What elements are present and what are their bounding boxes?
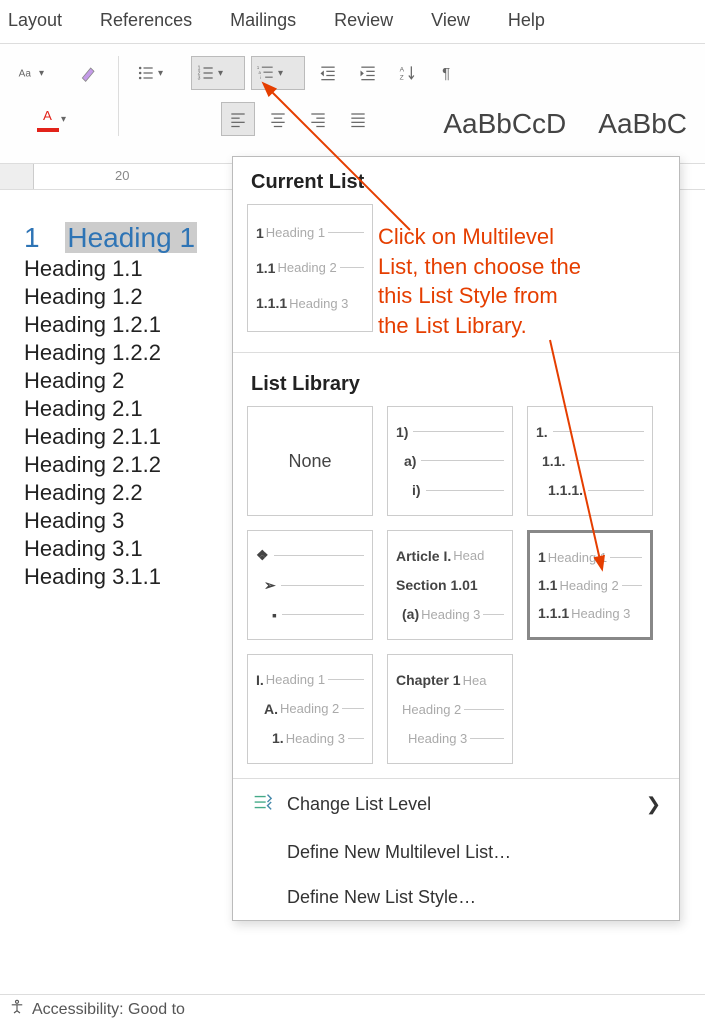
decrease-indent-button[interactable] bbox=[311, 56, 345, 90]
svg-text:Z: Z bbox=[400, 75, 404, 82]
align-left-button[interactable] bbox=[221, 102, 255, 136]
menu-label: Define New List Style… bbox=[287, 887, 476, 908]
font-color-button[interactable]: A ▾ bbox=[32, 102, 86, 136]
tab-view[interactable]: View bbox=[431, 10, 470, 31]
clear-formatting-button[interactable] bbox=[72, 56, 106, 90]
menu-change-list-level[interactable]: Change List Level ❯ bbox=[233, 778, 679, 830]
chevron-right-icon: ❯ bbox=[646, 794, 661, 815]
menu-label: Change List Level bbox=[287, 794, 431, 815]
menu-define-list-style[interactable]: Define New List Style… bbox=[233, 875, 679, 920]
tab-layout[interactable]: Layout bbox=[8, 10, 62, 31]
list-preview-paren[interactable]: 1) a) i) bbox=[387, 406, 513, 516]
accessibility-icon bbox=[8, 998, 26, 1021]
increase-indent-button[interactable] bbox=[351, 56, 385, 90]
heading-number: 1 bbox=[24, 222, 40, 253]
list-preview-heading-numbered[interactable]: 1Heading 1 1.1Heading 2 1.1.1Heading 3 bbox=[527, 530, 653, 640]
font-color-indicator bbox=[37, 128, 59, 132]
section-title-current: Current List bbox=[233, 157, 679, 204]
svg-text:Aa: Aa bbox=[19, 68, 32, 79]
section-title-library: List Library bbox=[233, 359, 679, 406]
status-accessibility[interactable]: Accessibility: Good to bbox=[32, 1001, 185, 1019]
menu-label: Define New Multilevel List… bbox=[287, 842, 511, 863]
list-preview-roman[interactable]: I.Heading 1 A.Heading 2 1.Heading 3 bbox=[247, 654, 373, 764]
indent-arrows-icon bbox=[251, 791, 273, 818]
ribbon-tabs: Layout References Mailings Review View H… bbox=[0, 0, 705, 44]
ruler-margin bbox=[0, 164, 34, 189]
justify-button[interactable] bbox=[341, 102, 375, 136]
list-preview-article[interactable]: Article I.Head Section 1.01 (a)Heading 3 bbox=[387, 530, 513, 640]
multilevel-list-button[interactable]: 1ai▾ bbox=[251, 56, 305, 90]
svg-text:¶: ¶ bbox=[442, 65, 450, 82]
align-center-button[interactable] bbox=[261, 102, 295, 136]
list-preview-dot[interactable]: 1. 1.1. 1.1.1. bbox=[527, 406, 653, 516]
list-preview-bullets[interactable]: ❖ ➢ ▪ bbox=[247, 530, 373, 640]
style-normal[interactable]: AaBbCcD bbox=[437, 106, 572, 142]
numbering-button[interactable]: 123▾ bbox=[191, 56, 245, 90]
tab-review[interactable]: Review bbox=[334, 10, 393, 31]
menu-define-multilevel[interactable]: Define New Multilevel List… bbox=[233, 830, 679, 875]
svg-text:A: A bbox=[43, 108, 52, 123]
heading-text-selected: Heading 1 bbox=[65, 222, 197, 253]
svg-text:A: A bbox=[400, 66, 405, 73]
tab-help[interactable]: Help bbox=[508, 10, 545, 31]
svg-text:i: i bbox=[260, 75, 261, 80]
change-case-button[interactable]: Aa▾ bbox=[12, 56, 66, 90]
style-heading[interactable]: AaBbC bbox=[592, 106, 693, 142]
list-preview-chapter[interactable]: Chapter 1Hea Heading 2 Heading 3 bbox=[387, 654, 513, 764]
status-bar: Accessibility: Good to bbox=[0, 994, 705, 1024]
annotation-text: Click on Multilevel List, then choose th… bbox=[378, 222, 581, 341]
align-right-button[interactable] bbox=[301, 102, 335, 136]
sort-button[interactable]: AZ bbox=[391, 56, 425, 90]
bullets-button[interactable]: ▾ bbox=[131, 56, 185, 90]
show-paragraph-marks-button[interactable]: ¶ bbox=[431, 56, 465, 90]
list-library-grid: None 1) a) i) 1. 1.1. 1.1.1. ❖ ➢ ▪ Artic… bbox=[233, 406, 679, 778]
tab-references[interactable]: References bbox=[100, 10, 192, 31]
list-preview-current[interactable]: 1Heading 1 1.1Heading 2 1.1.1Heading 3 bbox=[247, 204, 373, 332]
styles-gallery: AaBbCcD AaBbC bbox=[425, 98, 705, 150]
list-preview-none[interactable]: None bbox=[247, 406, 373, 516]
ribbon-toolbar: Aa▾ A ▾ ▾ 123▾ 1ai▾ bbox=[0, 44, 705, 164]
tab-mailings[interactable]: Mailings bbox=[230, 10, 296, 31]
ruler-tick-label: 20 bbox=[115, 168, 129, 183]
svg-text:3: 3 bbox=[198, 76, 201, 82]
